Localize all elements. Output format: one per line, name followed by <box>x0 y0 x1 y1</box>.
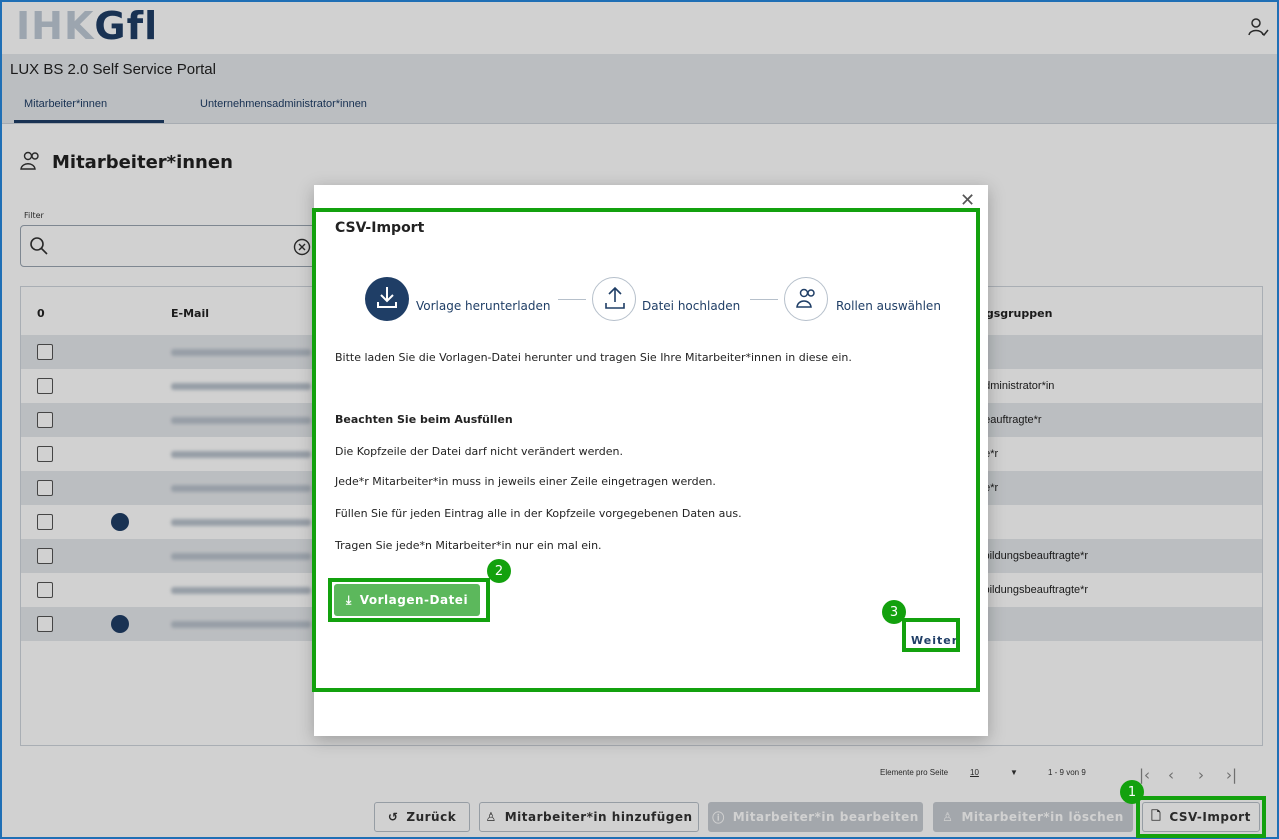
step-badge-2: 2 <box>487 559 511 583</box>
highlight-csv-button <box>1136 796 1266 838</box>
highlight-next-button <box>902 618 960 652</box>
step-badge-1: 1 <box>1120 780 1144 804</box>
highlight-download-button <box>328 578 490 622</box>
step-badge-3: 3 <box>882 600 906 624</box>
